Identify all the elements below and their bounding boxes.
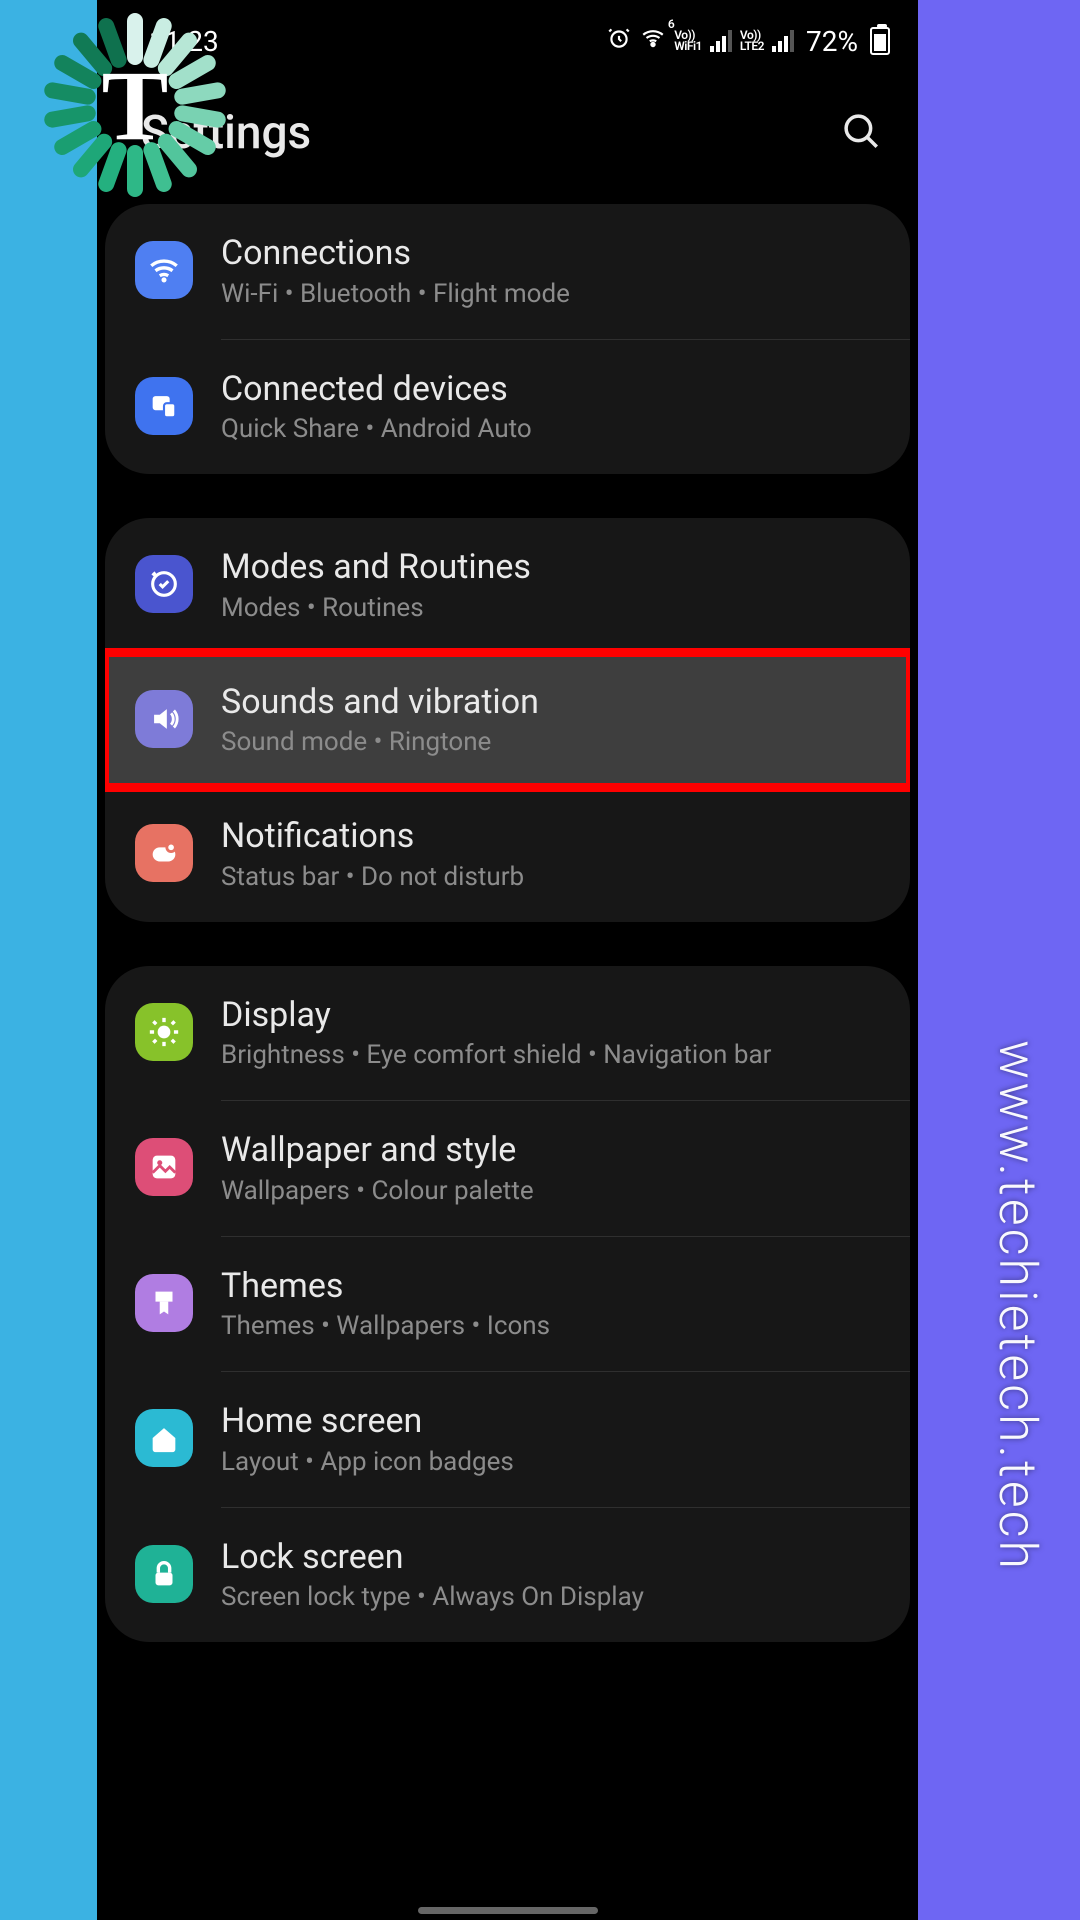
settings-row-subtitle: Wi-Fi • Bluetooth • Flight mode — [221, 279, 874, 309]
wifi-icon — [135, 241, 193, 299]
settings-row-display[interactable]: DisplayBrightness • Eye comfort shield •… — [105, 966, 910, 1101]
search-icon[interactable] — [840, 110, 882, 156]
sound-icon — [135, 690, 193, 748]
settings-row-title: Connected devices — [221, 368, 874, 411]
settings-row-subtitle: Wallpapers • Colour palette — [221, 1176, 874, 1206]
settings-row-text: ThemesThemes • Wallpapers • Icons — [221, 1265, 874, 1342]
status-icons: 6 Vo))WiFi1 Vo))LTE2 72% — [606, 25, 890, 58]
settings-list[interactable]: Connections Wi-Fi • Bluetooth • Flight mo… — [97, 204, 918, 1642]
signal-2-icon — [772, 30, 794, 52]
settings-row-subtitle: Themes • Wallpapers • Icons — [221, 1311, 874, 1341]
settings-row-connections[interactable]: Connections Wi-Fi • Bluetooth • Flight mo… — [105, 204, 910, 339]
watermark-url: www.techietech.tech — [987, 1040, 1048, 1572]
routine-icon — [135, 555, 193, 613]
settings-row-text: DisplayBrightness • Eye comfort shield •… — [221, 994, 874, 1071]
settings-row-lock-screen[interactable]: Lock screenScreen lock type • Always On … — [105, 1508, 910, 1643]
settings-row-subtitle: Brightness • Eye comfort shield • Naviga… — [221, 1040, 874, 1070]
settings-row-text: Home screen Layout • App icon badges — [221, 1400, 874, 1477]
watermark-logo: T — [30, 0, 240, 210]
settings-row-text: Lock screenScreen lock type • Always On … — [221, 1536, 874, 1613]
battery-percent: 72% — [806, 25, 858, 58]
settings-row-title: Sounds and vibration — [221, 681, 874, 724]
settings-row-subtitle: Quick Share • Android Auto — [221, 414, 874, 444]
settings-row-sounds-vibration[interactable]: Sounds and vibrationSound mode • Rington… — [105, 653, 910, 788]
themes-icon — [135, 1274, 193, 1332]
settings-row-text: Sounds and vibrationSound mode • Rington… — [221, 681, 874, 758]
settings-row-text: Connected devicesQuick Share • Android A… — [221, 368, 874, 445]
settings-row-text: Connections Wi-Fi • Bluetooth • Flight mo… — [221, 232, 874, 309]
wifi-label: Vo))WiFi1 — [674, 30, 702, 52]
gesture-nav-indicator[interactable] — [418, 1907, 598, 1914]
settings-row-home-screen[interactable]: Home screen Layout • App icon badges — [105, 1372, 910, 1507]
settings-row-modes-routines[interactable]: Modes and Routines Modes • Routines — [105, 518, 910, 653]
lock-icon — [135, 1545, 193, 1603]
settings-row-text: Wallpaper and style Wallpapers • Colour p… — [221, 1129, 874, 1206]
lte-label: Vo))LTE2 — [740, 30, 764, 52]
settings-row-notifications[interactable]: Notifications Status bar • Do not disturb — [105, 787, 910, 922]
settings-row-subtitle: Screen lock type • Always On Display — [221, 1582, 874, 1612]
watermark-logo-letter: T — [102, 48, 169, 163]
notif-icon — [135, 824, 193, 882]
settings-row-text: Notifications Status bar • Do not disturb — [221, 815, 874, 892]
settings-row-subtitle: Sound mode • Ringtone — [221, 727, 874, 757]
settings-row-subtitle: Modes • Routines — [221, 593, 874, 623]
settings-row-title: Lock screen — [221, 1536, 874, 1579]
wifi-icon: 6 — [640, 25, 666, 57]
signal-1-icon — [710, 30, 732, 52]
alarm-icon — [606, 25, 632, 57]
settings-row-text: Modes and Routines Modes • Routines — [221, 546, 874, 623]
settings-group: Modes and Routines Modes • Routines Sounds… — [105, 518, 910, 922]
battery-icon — [870, 27, 890, 55]
settings-row-connected-devices[interactable]: Connected devicesQuick Share • Android A… — [105, 340, 910, 475]
home-icon — [135, 1409, 193, 1467]
settings-row-themes[interactable]: ThemesThemes • Wallpapers • Icons — [105, 1237, 910, 1372]
devices-icon — [135, 377, 193, 435]
settings-row-title: Display — [221, 994, 874, 1037]
settings-row-title: Themes — [221, 1265, 874, 1308]
settings-row-title: Connections — [221, 232, 874, 275]
settings-row-subtitle: Status bar • Do not disturb — [221, 862, 874, 892]
brightness-icon — [135, 1003, 193, 1061]
settings-group: DisplayBrightness • Eye comfort shield •… — [105, 966, 910, 1643]
settings-group: Connections Wi-Fi • Bluetooth • Flight mo… — [105, 204, 910, 474]
phone-frame: 11:23 6 Vo))WiFi1 Vo))LTE2 72% Settings — [97, 0, 918, 1920]
settings-row-wallpaper[interactable]: Wallpaper and style Wallpapers • Colour p… — [105, 1101, 910, 1236]
settings-row-subtitle: Layout • App icon badges — [221, 1447, 874, 1477]
wallpaper-icon — [135, 1138, 193, 1196]
settings-row-title: Wallpaper and style — [221, 1129, 874, 1172]
settings-row-title: Notifications — [221, 815, 874, 858]
settings-row-title: Modes and Routines — [221, 546, 874, 589]
settings-row-title: Home screen — [221, 1400, 874, 1443]
